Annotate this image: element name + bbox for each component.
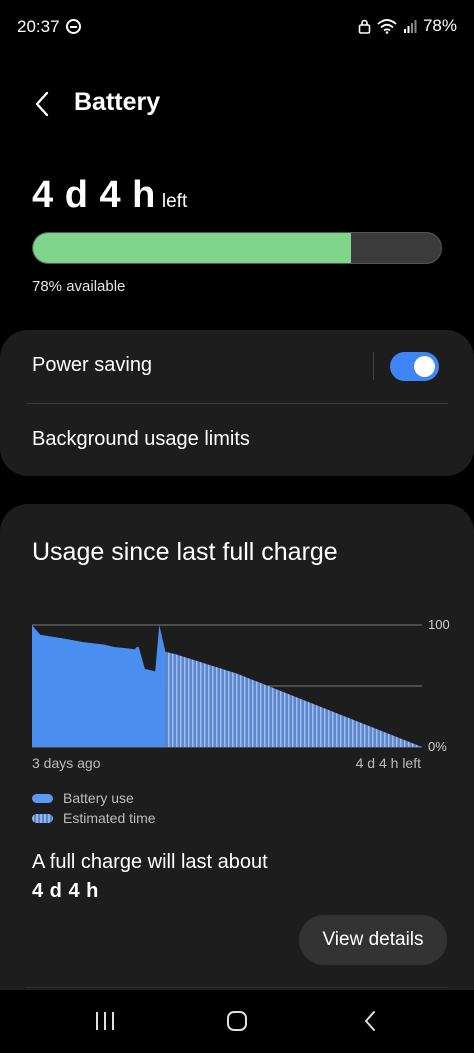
vertical-divider: [373, 352, 374, 380]
legend-label: Estimated time: [63, 810, 156, 826]
nav-back-button[interactable]: [350, 1004, 390, 1038]
back-button[interactable]: [26, 86, 58, 122]
do-not-disturb-icon: [66, 19, 81, 34]
time-left-suffix: left: [161, 191, 188, 212]
legend-swatch-striped: [32, 813, 53, 823]
x-start-label: 3 days ago: [32, 755, 101, 771]
chevron-left-icon: [35, 91, 49, 117]
full-charge-value: 4 d 4 h: [32, 880, 99, 902]
page-title: Battery: [74, 88, 161, 116]
app-bar: Battery: [0, 80, 474, 130]
full-charge-label: A full charge will last about: [32, 851, 268, 873]
usage-chart: 100 0%: [0, 600, 474, 780]
estimated-time-area: [165, 651, 422, 747]
time-left: 4 d 4 h left: [32, 174, 187, 218]
home-icon: [227, 1011, 247, 1031]
power-saving-toggle[interactable]: [390, 352, 439, 381]
lock-icon: [358, 19, 371, 34]
status-bar: 20:37 78%: [0, 0, 474, 54]
home-button[interactable]: [217, 1004, 257, 1038]
time-left-value: 4 d 4 h: [32, 174, 156, 216]
usage-chart-svg: 100 0%: [32, 617, 450, 754]
navigation-bar: [0, 990, 474, 1053]
x-end-label: 4 d 4 h left: [355, 755, 421, 771]
wifi-icon: [377, 18, 397, 34]
toggle-knob: [414, 356, 435, 377]
battery-level-bar: [32, 232, 442, 264]
y-tick-0: 0%: [428, 739, 447, 754]
back-icon: [365, 1011, 375, 1031]
available-text: 78% available: [32, 278, 126, 295]
recents-button[interactable]: [85, 1004, 125, 1038]
view-details-button[interactable]: View details: [299, 915, 447, 965]
battery-level-fill: [33, 233, 352, 263]
usage-title: Usage since last full charge: [32, 538, 338, 566]
legend-estimated-time: Estimated time: [32, 810, 156, 826]
status-icons: 78%: [358, 15, 457, 37]
legend-label: Battery use: [63, 790, 134, 806]
signal-icon: [403, 20, 417, 33]
legend-swatch-solid: [32, 793, 53, 803]
status-time: 20:37: [17, 17, 60, 36]
bottom-divider: [26, 987, 448, 988]
background-usage-limits[interactable]: Background usage limits: [32, 428, 250, 451]
settings-divider: [26, 403, 448, 404]
status-battery-percent: 78%: [422, 16, 457, 35]
power-saving-label[interactable]: Power saving: [32, 354, 152, 377]
recents-icon: [96, 1012, 114, 1030]
y-tick-100: 100: [428, 617, 450, 632]
legend-battery-use: Battery use: [32, 790, 134, 806]
battery-use-area: [32, 625, 166, 747]
